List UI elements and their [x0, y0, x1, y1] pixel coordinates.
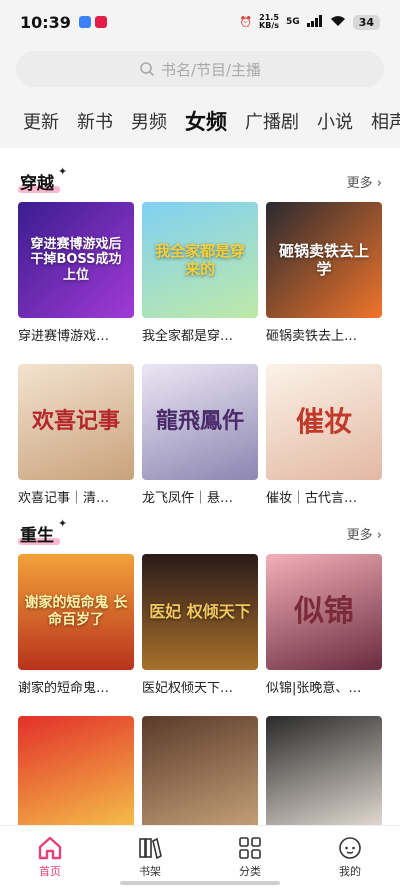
book-card[interactable]: 催妆 催妆｜古代言…: [266, 364, 382, 506]
book-title: 砸锅卖铁去上…: [266, 329, 358, 344]
message-app-icon: [78, 16, 91, 28]
section-title: 重生: [18, 521, 60, 546]
wifi-icon: [330, 15, 346, 30]
tab-male[interactable]: 男频: [131, 108, 167, 134]
book-cover[interactable]: 催妆: [266, 364, 382, 480]
search-placeholder: 书名/节目/主播: [160, 60, 262, 79]
home-indicator[interactable]: [120, 881, 280, 885]
book-card[interactable]: 谢家的短命鬼 长命百岁了 谢家的短命鬼…: [18, 554, 134, 696]
book-cover[interactable]: 砸锅卖铁去上学: [266, 202, 382, 318]
category-tabs: 更新 新书 男频 女频 广播剧 小说 相声: [0, 100, 400, 142]
sparkle-icon: ✦: [58, 164, 68, 178]
notification-icons: [78, 16, 107, 28]
nav-label: 首页: [39, 865, 61, 878]
home-icon: [37, 836, 63, 860]
nav-label: 分类: [239, 865, 261, 878]
tab-crosstalk[interactable]: 相声: [371, 108, 400, 134]
more-link[interactable]: 更多 ›: [347, 524, 382, 543]
book-cover[interactable]: 我全家都是穿来的: [142, 202, 258, 318]
book-cover[interactable]: 似锦: [266, 554, 382, 670]
search-input[interactable]: 书名/节目/主播: [16, 51, 384, 87]
book-title: 催妆｜古代言…: [266, 491, 358, 506]
book-cover[interactable]: 龍飛鳳仵: [142, 364, 258, 480]
nav-profile[interactable]: 我的: [300, 826, 400, 889]
nav-home[interactable]: 首页: [0, 826, 100, 889]
book-card[interactable]: 我全家都是穿来的 我全家都是穿…: [142, 202, 258, 344]
nav-label: 我的: [339, 865, 361, 878]
book-cover[interactable]: 谢家的短命鬼 长命百岁了: [18, 554, 134, 670]
section-title: 穿越: [18, 169, 60, 194]
book-card[interactable]: [266, 716, 382, 825]
book-card[interactable]: 似锦 似锦|张晚意、…: [266, 554, 382, 696]
book-cover[interactable]: [18, 716, 134, 825]
section-header: 穿越 ✦ 更多 ›: [18, 164, 382, 194]
tmall-app-icon: [94, 16, 107, 28]
status-time: 10:39: [20, 12, 71, 32]
book-feed: 穿越 ✦ 更多 › 穿进赛博游戏后 干掉BOSS成功上位 穿进赛博游戏… 我全家…: [0, 148, 400, 825]
book-card[interactable]: 穿进赛博游戏后 干掉BOSS成功上位 穿进赛博游戏…: [18, 202, 134, 344]
book-cover[interactable]: [142, 716, 258, 825]
book-card[interactable]: 欢喜记事 欢喜记事｜清…: [18, 364, 134, 506]
nav-bookshelf[interactable]: 书架: [100, 826, 200, 889]
tab-female[interactable]: 女频: [185, 106, 227, 136]
search-icon: [140, 62, 155, 77]
bookshelf-icon: [137, 836, 163, 860]
battery-indicator: 34: [352, 14, 380, 30]
tab-novel[interactable]: 小说: [317, 108, 353, 134]
book-cover[interactable]: 穿进赛博游戏后 干掉BOSS成功上位: [18, 202, 134, 318]
nav-label: 书架: [139, 865, 161, 878]
book-title: 似锦|张晚意、…: [266, 681, 362, 696]
book-title: 龙飞凤仵｜悬…: [142, 491, 234, 506]
book-card[interactable]: [18, 716, 134, 825]
signal-icon: [306, 14, 323, 30]
bottom-nav: 首页 书架 分类 我的: [0, 825, 400, 889]
book-cover[interactable]: 欢喜记事: [18, 364, 134, 480]
book-card[interactable]: 龍飛鳳仵 龙飞凤仵｜悬…: [142, 364, 258, 506]
status-bar: 10:39 ⏰ 21.5 KB/s 5G 34: [0, 0, 400, 44]
network-type: 5G: [286, 17, 300, 27]
sparkle-icon: ✦: [58, 516, 68, 530]
book-cover[interactable]: [266, 716, 382, 825]
tab-new-books[interactable]: 新书: [77, 108, 113, 134]
grid-icon: [237, 836, 263, 860]
profile-icon: [337, 836, 363, 860]
tab-radio-drama[interactable]: 广播剧: [245, 108, 299, 134]
book-title: 谢家的短命鬼…: [18, 681, 110, 696]
book-cover[interactable]: 医妃 权倾天下: [142, 554, 258, 670]
more-link[interactable]: 更多 ›: [347, 172, 382, 191]
book-title: 医妃权倾天下…: [142, 681, 234, 696]
section-header: 重生 ✦ 更多 ›: [18, 516, 382, 546]
book-title: 穿进赛博游戏…: [18, 329, 110, 344]
alarm-icon: ⏰: [239, 16, 253, 28]
network-speed: 21.5 KB/s: [259, 13, 280, 30]
tab-update[interactable]: 更新: [23, 108, 59, 134]
book-card[interactable]: 医妃 权倾天下 医妃权倾天下…: [142, 554, 258, 696]
book-card[interactable]: 砸锅卖铁去上学 砸锅卖铁去上…: [266, 202, 382, 344]
nav-category[interactable]: 分类: [200, 826, 300, 889]
book-title: 欢喜记事｜清…: [18, 491, 110, 506]
book-title: 我全家都是穿…: [142, 329, 234, 344]
book-card[interactable]: [142, 716, 258, 825]
